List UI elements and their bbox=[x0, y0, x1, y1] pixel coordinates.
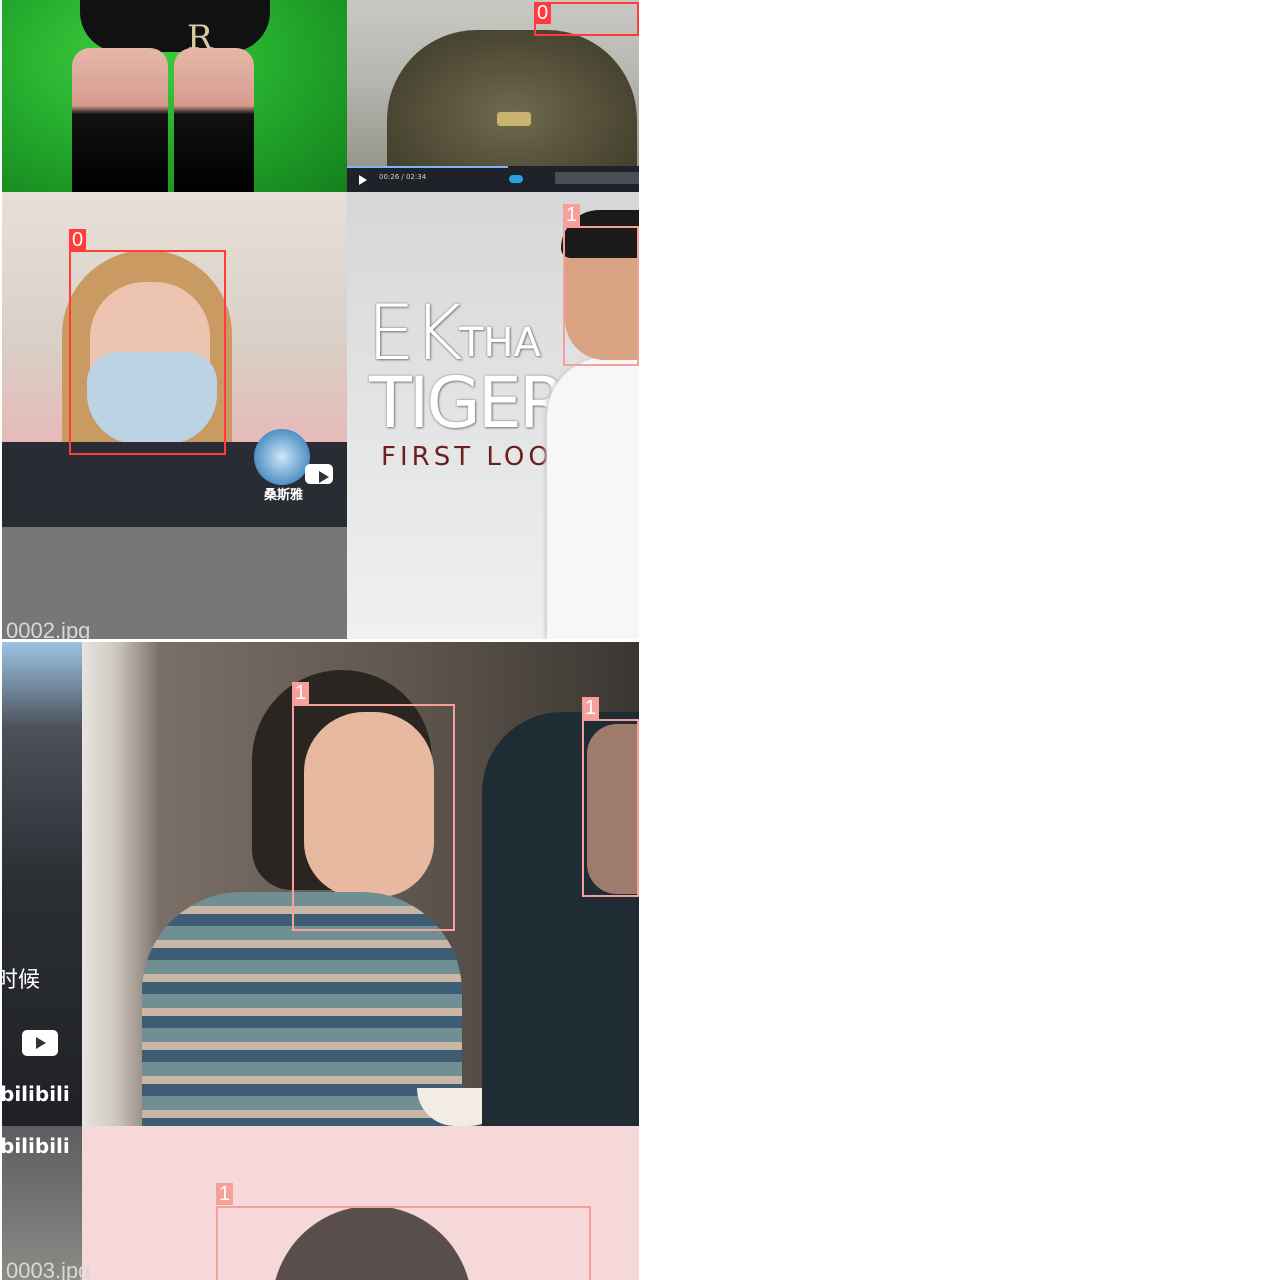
tile-video-still: 00:26 / 02:34 0 bbox=[347, 0, 639, 192]
tile-side-strip-lower: bilibili bbox=[2, 1126, 82, 1280]
uploader-avatar bbox=[254, 429, 310, 485]
danmaku-toggle[interactable] bbox=[509, 175, 523, 183]
play-icon[interactable] bbox=[359, 175, 367, 185]
bilibili-tv-icon bbox=[305, 464, 333, 484]
file-name-label: 0002.jpg bbox=[6, 618, 91, 639]
mosaic-0003: 时候 bilibili bilibili 1 1 1 0003.jpg bbox=[2, 642, 639, 1280]
badge bbox=[497, 112, 531, 126]
tile-wrestler: R bbox=[2, 0, 347, 192]
bbox-class-1 bbox=[563, 226, 639, 366]
mosaic-0002: R 00:26 / 02:34 0 桑斯雅 0 EK THA TIGER FIR… bbox=[2, 0, 639, 639]
tile-smiling-woman: 1 1 bbox=[82, 642, 639, 1126]
actor-shirt bbox=[547, 357, 639, 639]
uploader-name: 桑斯雅 bbox=[264, 488, 304, 503]
bbox-label: 1 bbox=[563, 204, 581, 226]
bbox-label: 1 bbox=[292, 682, 310, 704]
bbox-label: 1 bbox=[582, 697, 600, 719]
wrestler-trunks bbox=[80, 0, 270, 52]
tile-poster: EK THA TIGER FIRST LOOK 1 bbox=[347, 192, 639, 639]
tile-bottom-portrait: 1 bbox=[82, 1126, 639, 1280]
wrestler-left-leg bbox=[72, 48, 168, 192]
video-time: 00:26 / 02:34 bbox=[379, 173, 427, 181]
tile-side-strip: 时候 bilibili bbox=[2, 642, 82, 1126]
video-progress[interactable] bbox=[347, 166, 508, 168]
bbox-class-1 bbox=[292, 704, 455, 931]
bbox-class-1 bbox=[582, 719, 639, 897]
bbox-class-1 bbox=[216, 1206, 591, 1280]
danmaku-input[interactable] bbox=[555, 172, 639, 184]
bilibili-watermark: bilibili bbox=[2, 1082, 70, 1106]
file-name-label: 0003.jpg bbox=[6, 1258, 91, 1280]
mosaic-canvas: R 00:26 / 02:34 0 桑斯雅 0 EK THA TIGER FIR… bbox=[0, 0, 1280, 1280]
bbox-class-0 bbox=[69, 250, 226, 455]
soldier-figure bbox=[387, 30, 637, 170]
tile-masked-woman: 桑斯雅 0 bbox=[2, 192, 347, 527]
bilibili-tv-icon bbox=[22, 1030, 58, 1056]
wrestler-right-leg bbox=[174, 48, 254, 192]
poster-title-tiger: TIGER bbox=[369, 362, 568, 444]
bbox-label: 0 bbox=[534, 2, 552, 24]
bilibili-watermark: bilibili bbox=[2, 1134, 70, 1158]
poster-title-tha: THA bbox=[459, 320, 541, 366]
bbox-label: 1 bbox=[216, 1183, 234, 1205]
poster-subtitle: FIRST LOOK bbox=[381, 442, 574, 472]
side-caption: 时候 bbox=[2, 968, 41, 993]
bbox-label: 0 bbox=[69, 229, 87, 251]
video-controls: 00:26 / 02:34 bbox=[347, 166, 639, 192]
